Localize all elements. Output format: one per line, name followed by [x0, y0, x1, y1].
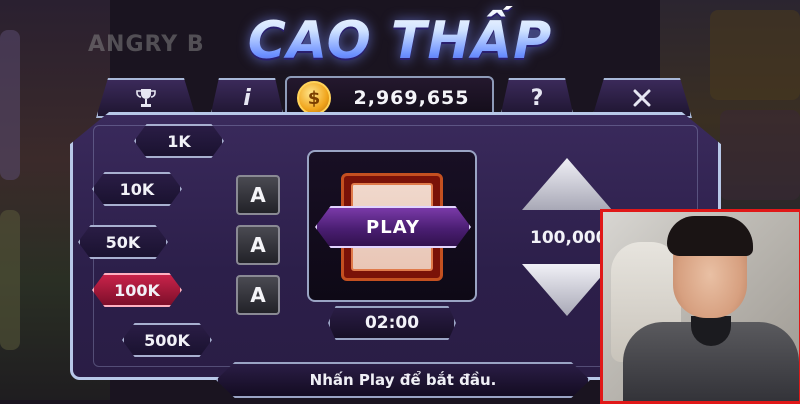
ace-slot-1: A — [236, 175, 280, 215]
webcam-overlay — [600, 209, 800, 404]
bg-character-thumb — [0, 210, 20, 350]
trophy-icon — [136, 89, 156, 107]
status-message: Nhấn Play để bắt đầu. — [216, 362, 590, 398]
webcam-person-hair — [667, 216, 753, 256]
bet-button-100k[interactable]: 100K — [92, 273, 182, 307]
timer-display: 02:00 — [328, 306, 456, 340]
bet-button-1k[interactable]: 1K — [134, 124, 224, 158]
bg-character-thumb — [0, 30, 20, 180]
bg-character-thumb — [710, 10, 800, 100]
game-logo: CAO THẤP — [240, 6, 560, 76]
info-icon: i — [243, 85, 251, 111]
ace-slot-2: A — [236, 225, 280, 265]
bet-button-500k[interactable]: 500K — [122, 323, 212, 357]
balance-amount: 2,969,655 — [353, 87, 470, 109]
pot-amount: 100,000 — [530, 228, 608, 248]
bg-superhero-thumb — [720, 110, 800, 200]
background-game-title: ANGRY B — [88, 32, 205, 57]
play-button[interactable]: PLAY — [315, 206, 471, 248]
ace-slot-3: A — [236, 275, 280, 315]
help-icon: ? — [530, 85, 544, 111]
bet-button-10k[interactable]: 10K — [92, 172, 182, 206]
bet-button-50k[interactable]: 50K — [78, 225, 168, 259]
coin-icon: $ — [297, 81, 331, 115]
close-icon — [633, 89, 651, 107]
